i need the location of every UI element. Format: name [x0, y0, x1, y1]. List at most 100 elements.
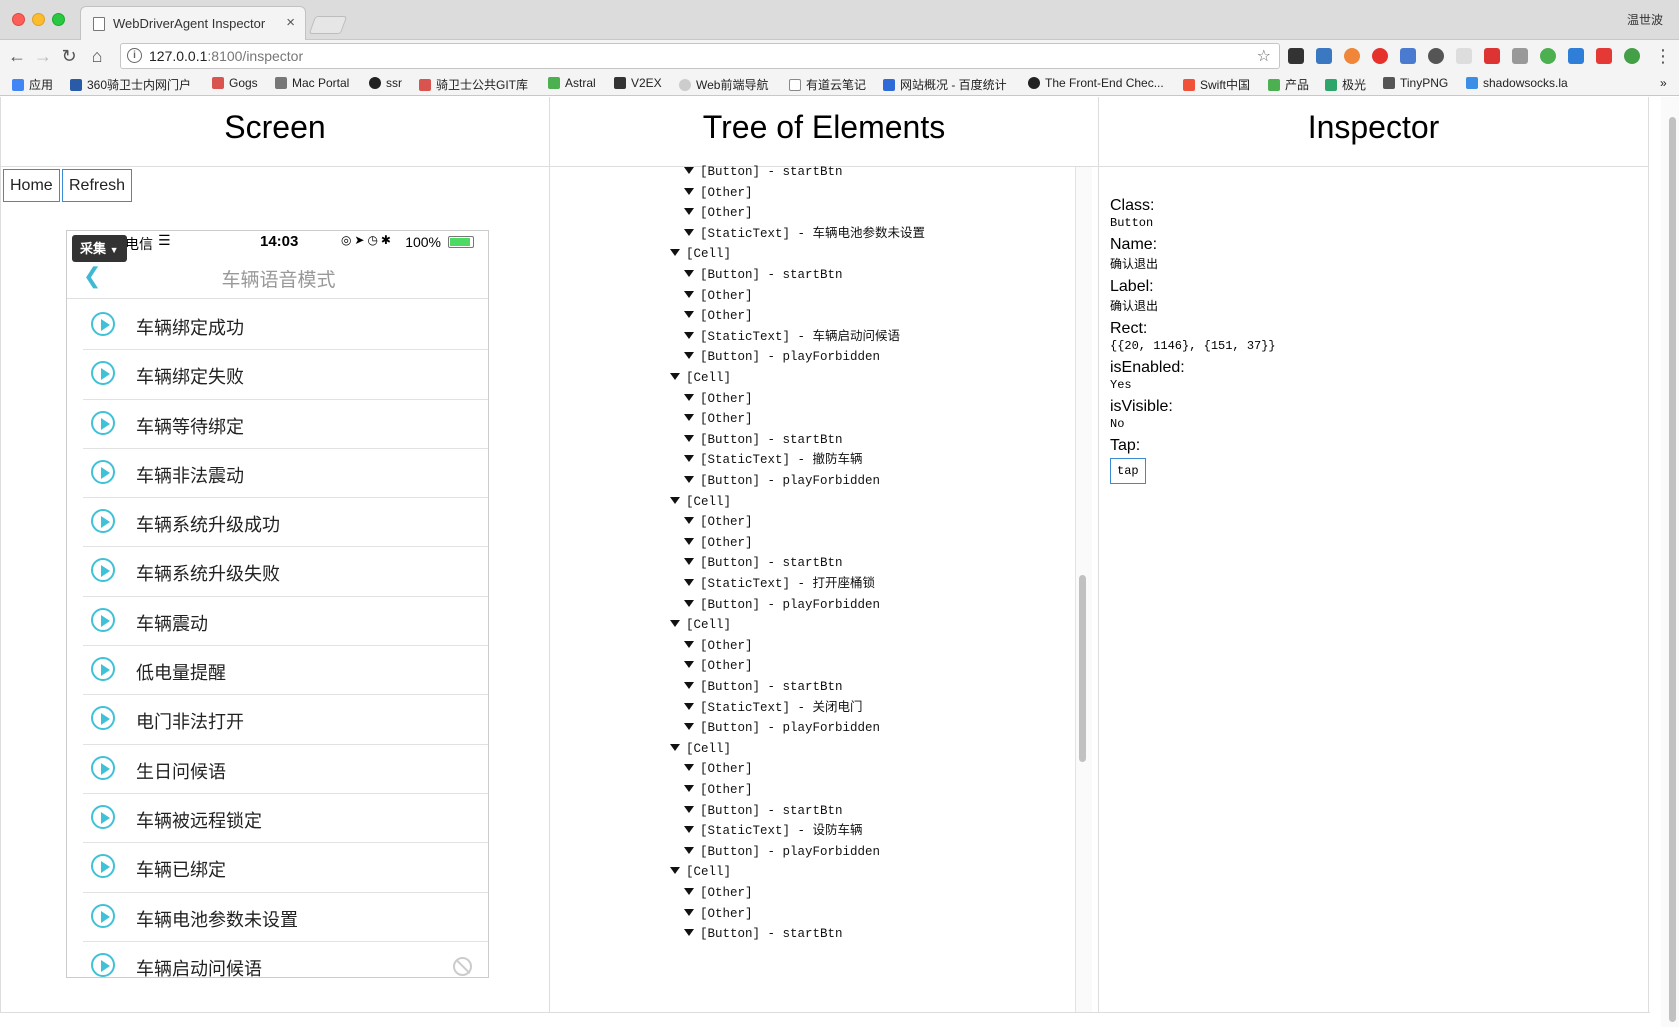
evernote-extension-icon[interactable] [1428, 48, 1444, 64]
tree-node-cell[interactable]: [Cell] [670, 861, 731, 883]
tree-node-cell[interactable]: [Cell] [670, 614, 731, 636]
play-icon[interactable] [91, 459, 115, 484]
list-item[interactable]: 车辆系统升级成功 [83, 498, 488, 548]
disclosure-triangle-icon[interactable] [684, 331, 694, 339]
bookmark-star-icon[interactable]: ☆ [1257, 46, 1271, 66]
tree-scrollbar-thumb[interactable] [1079, 575, 1086, 762]
disclosure-triangle-icon[interactable] [684, 558, 694, 566]
list-item[interactable]: 车辆电池参数未设置 [83, 893, 488, 942]
bookmark-item[interactable]: 360骑卫士内网门户 [70, 76, 191, 93]
extension-icon[interactable] [1568, 48, 1584, 64]
disclosure-triangle-icon[interactable] [684, 434, 694, 442]
window-zoom-button[interactable] [52, 13, 65, 26]
tree-node[interactable]: [Other] [684, 903, 753, 925]
extension-icon[interactable] [1512, 48, 1528, 64]
tree-node[interactable]: [StaticText] - 车辆启动问候语 [684, 326, 900, 348]
tree-node[interactable]: [StaticText] - 设防车辆 [684, 820, 863, 842]
play-icon[interactable] [91, 804, 115, 829]
reload-icon[interactable]: ↻ [58, 45, 80, 67]
tree-node[interactable]: [Other] [684, 882, 753, 904]
url-text[interactable]: 127.0.0.1:8100/inspector [149, 48, 303, 64]
disclosure-triangle-icon[interactable] [684, 455, 694, 463]
tree-node[interactable]: [Button] - playForbidden [684, 470, 880, 492]
bookmark-item[interactable]: Gogs [212, 76, 258, 90]
disclosure-triangle-icon[interactable] [684, 599, 694, 607]
extension-icon[interactable] [1316, 48, 1332, 64]
list-item[interactable]: 电门非法打开 [83, 695, 488, 745]
tree-node[interactable]: [Button] - startBtn [684, 676, 843, 698]
play-icon[interactable] [91, 361, 115, 386]
disclosure-triangle-icon[interactable] [684, 929, 694, 937]
tree-node[interactable]: [Other] [684, 182, 753, 204]
tree-node[interactable]: [Other] [684, 511, 753, 533]
bookmark-item[interactable]: Astral [548, 76, 596, 90]
bookmark-item[interactable]: Mac Portal [275, 76, 349, 90]
forbidden-icon[interactable] [453, 956, 472, 976]
tree-node[interactable]: [Button] - startBtn [684, 163, 843, 183]
play-icon[interactable] [91, 903, 115, 928]
tree-node[interactable]: [Button] - playForbidden [684, 594, 880, 616]
bookmark-item[interactable]: Web前端导航 [679, 76, 768, 93]
tree-node[interactable]: [Button] - startBtn [684, 552, 843, 574]
disclosure-triangle-icon[interactable] [684, 167, 694, 174]
bookmark-apps[interactable]: 应用 [12, 76, 53, 93]
page-scrollbar-thumb[interactable] [1669, 117, 1676, 1022]
disclosure-triangle-icon[interactable] [684, 517, 694, 525]
info-icon[interactable]: i [127, 48, 142, 63]
play-icon[interactable] [91, 706, 115, 731]
play-icon[interactable] [91, 558, 115, 583]
tree-node[interactable]: [StaticText] - 车辆电池参数未设置 [684, 223, 925, 245]
bookmarks-overflow[interactable]: » [1660, 76, 1667, 90]
list-item[interactable]: 生日问候语 [83, 745, 488, 794]
list-item[interactable]: 车辆等待绑定 [83, 400, 488, 449]
disclosure-triangle-icon[interactable] [684, 476, 694, 483]
play-icon[interactable] [91, 952, 115, 977]
extension-icon[interactable] [1484, 48, 1500, 64]
disclosure-triangle-icon[interactable] [684, 537, 694, 545]
disclosure-triangle-icon[interactable] [684, 702, 694, 710]
tree-node-cell[interactable]: [Cell] [670, 367, 731, 389]
qr-extension-icon[interactable] [1288, 48, 1304, 64]
bookmark-item[interactable]: 网站概况 - 百度统计 [883, 76, 1007, 93]
tree-node[interactable]: [StaticText] - 关闭电门 [684, 697, 863, 719]
list-item[interactable]: 车辆系统升级失败 [83, 547, 488, 597]
disclosure-triangle-icon[interactable] [670, 620, 680, 628]
disclosure-triangle-icon[interactable] [684, 290, 694, 298]
bookmark-item[interactable]: ssr [369, 76, 402, 90]
disclosure-triangle-icon[interactable] [684, 579, 694, 586]
play-icon[interactable] [91, 607, 115, 632]
bookmark-item[interactable]: TinyPNG [1383, 76, 1448, 90]
disclosure-triangle-icon[interactable] [670, 373, 680, 380]
tree-node-cell[interactable]: [Cell] [670, 738, 731, 760]
list-item[interactable]: 车辆绑定成功 [83, 301, 488, 351]
disclosure-triangle-icon[interactable] [684, 414, 694, 422]
tree-node[interactable]: [Button] - startBtn [684, 800, 843, 822]
disclosure-triangle-icon[interactable] [670, 867, 680, 875]
bookmark-item[interactable]: V2EX [614, 76, 662, 90]
bookmark-item[interactable]: 极光 [1325, 76, 1366, 93]
bookmark-item[interactable]: 有道云笔记 [789, 76, 866, 93]
tree-node[interactable]: [Other] [684, 305, 753, 327]
bookmark-item[interactable]: Swift中国 [1183, 76, 1250, 93]
disclosure-triangle-icon[interactable] [684, 764, 694, 772]
tree-node[interactable]: [Other] [684, 408, 753, 430]
tree-node[interactable]: [Button] - startBtn [684, 264, 843, 286]
extension-icon[interactable] [1400, 48, 1416, 64]
extension-icon[interactable] [1540, 48, 1556, 64]
device-screenshot[interactable]: 电信 ☰ 14:03 ◎➤◷✱ 100% 采集 ▼ ❮ 车辆语音模式 车辆绑定成… [66, 230, 489, 978]
play-icon[interactable] [91, 854, 115, 879]
disclosure-triangle-icon[interactable] [670, 249, 680, 257]
profile-name[interactable]: 温世波 [1627, 11, 1663, 28]
tree-node[interactable]: [Button] - playForbidden [684, 346, 880, 368]
tree-node[interactable]: [StaticText] - 打开座桶锁 [684, 573, 875, 595]
tree-node[interactable]: [Other] [684, 202, 753, 224]
disclosure-triangle-icon[interactable] [684, 640, 694, 648]
bookmark-item[interactable]: 骑卫士公共GIT库 [419, 76, 528, 93]
tree-node[interactable]: [StaticText] - 撤防车辆 [684, 449, 863, 471]
disclosure-triangle-icon[interactable] [684, 826, 694, 834]
play-icon[interactable] [91, 657, 115, 682]
back-arrow-icon[interactable]: ← [6, 45, 28, 67]
calendar-extension-icon[interactable] [1456, 48, 1472, 64]
tree-node[interactable]: [Button] - startBtn [684, 429, 843, 451]
disclosure-triangle-icon[interactable] [684, 846, 694, 854]
